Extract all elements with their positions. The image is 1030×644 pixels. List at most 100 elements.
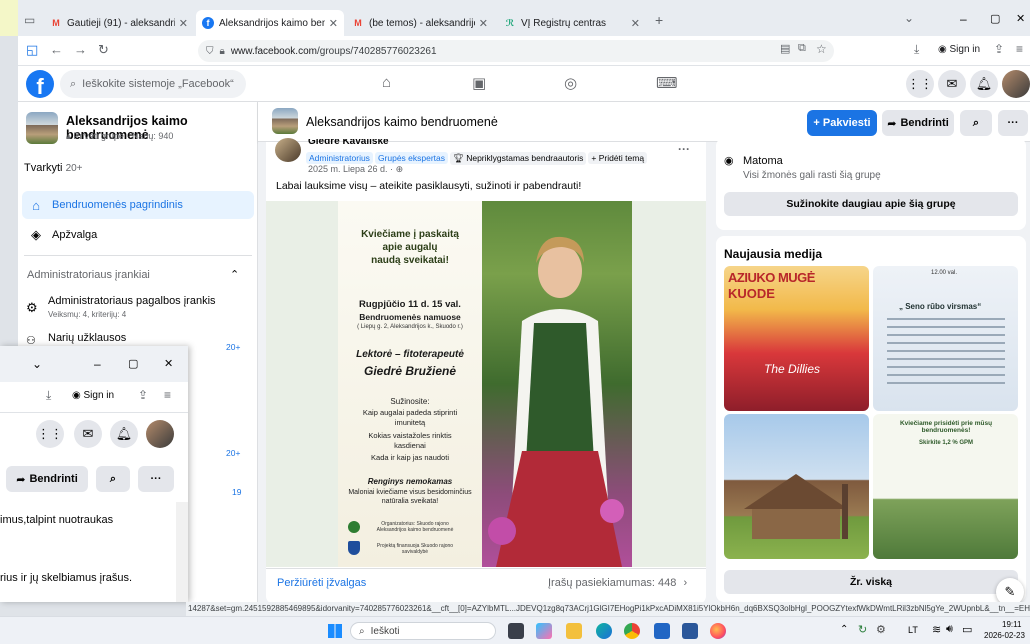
task-view-icon[interactable] xyxy=(508,623,524,639)
learn-more-button[interactable]: Sužinokite daugiau apie šią grupę xyxy=(724,192,1018,216)
group-title[interactable]: Aleksandrijos kaimo bendruomenė xyxy=(306,115,498,129)
group-cover-thumbnail[interactable] xyxy=(272,108,298,134)
profile-avatar[interactable] xyxy=(146,420,174,448)
battery-icon[interactable]: ▭ xyxy=(962,623,972,636)
close-icon[interactable]: ✕ xyxy=(631,17,640,30)
close-icon[interactable]: ✕ xyxy=(329,17,338,30)
home-icon[interactable]: ⌂ xyxy=(382,74,391,91)
windows-start-icon[interactable] xyxy=(328,624,342,638)
tray-sync-icon[interactable]: ↻ xyxy=(858,623,867,636)
tab-registru-centras[interactable]: ℛ VĮ Registrų centras ✕ xyxy=(498,10,646,36)
tab-facebook-group[interactable]: f Aleksandrijos kaimo bendruomenė✕ xyxy=(196,10,344,36)
profile-avatar[interactable] xyxy=(1002,70,1030,98)
overlay-scrollbar[interactable] xyxy=(176,502,188,602)
tab-actions-icon[interactable]: ▭ xyxy=(24,13,35,27)
search-group-button[interactable]: ⌕ xyxy=(96,466,130,492)
gaming-icon[interactable]: ⌨ xyxy=(656,74,678,92)
post-engagement[interactable]: Įrašų pasiekiamumas: 448 › xyxy=(548,577,687,589)
taskbar-search-input[interactable]: ⌕ Ieškoti xyxy=(350,622,496,640)
notifications-bell-icon[interactable]: 🔔︎ xyxy=(110,420,138,448)
media-thumbnail[interactable]: 12.00 val. „ Seno rūbo virsmas“ xyxy=(873,266,1018,411)
facebook-logo[interactable]: f xyxy=(26,70,54,98)
sidebar-item-overview[interactable]: ◈ Apžvalga xyxy=(22,221,254,249)
clock-date[interactable]: 2026-02-23 xyxy=(984,631,1025,640)
post-author[interactable]: Giedrė Kavaliskė xyxy=(308,139,389,147)
share-button[interactable]: ➦ Bendrinti xyxy=(6,466,88,492)
store-icon[interactable] xyxy=(654,623,670,639)
maximize-button[interactable]: ▢ xyxy=(128,357,138,370)
address-bar[interactable]: ⛉ 🔒︎ www.facebook.com/groups/74028577602… xyxy=(198,40,834,62)
admin-badge[interactable]: Administratorius xyxy=(306,152,373,164)
chrome-icon[interactable] xyxy=(624,623,640,639)
tab-list-icon[interactable]: ⌄ xyxy=(904,11,914,25)
apps-menu-icon[interactable]: ⋮⋮ xyxy=(906,70,934,98)
messenger-icon[interactable]: ✉ xyxy=(74,420,102,448)
media-thumbnail[interactable] xyxy=(724,414,869,559)
back-icon[interactable]: ← xyxy=(50,42,63,57)
author-avatar[interactable] xyxy=(275,138,301,162)
post-event-poster-image[interactable]: Kviečiame į paskaitą apie augalų naudą s… xyxy=(266,201,706,567)
copilot-icon[interactable] xyxy=(536,623,552,639)
view-insights-link[interactable]: Peržiūrėti įžvalgas xyxy=(277,577,366,589)
media-thumbnail[interactable]: AZIUKO MUGĖ KUODE The Dillies xyxy=(724,266,869,411)
add-topic-button[interactable]: + Pridėti temą xyxy=(588,152,648,164)
tab-gmail-inbox[interactable]: M Gautieji (91) - aleksandrijosbendr✕ xyxy=(44,10,194,36)
facebook-search-input[interactable]: ⌕ Ieškokite sistemoje „Facebook“ xyxy=(60,70,246,98)
group-cover-thumbnail[interactable] xyxy=(26,112,58,144)
reload-icon[interactable]: ↻ xyxy=(98,42,109,58)
post-date[interactable]: 2025 m. Liepa 26 d. · ⊕ xyxy=(308,164,403,175)
reader-icon[interactable]: ▤ xyxy=(780,42,790,55)
new-tab-button[interactable]: + xyxy=(655,12,663,28)
sidebar-item-community-home[interactable]: ⌂ Bendruomenės pagrindinis xyxy=(22,191,254,219)
signin-button[interactable]: ◉ Sign in xyxy=(72,390,114,401)
sidebar-item-admin-help[interactable]: ⚙ Administratoriaus pagalbos įrankis Vei… xyxy=(24,294,252,322)
download-icon[interactable]: ⤓ xyxy=(46,388,51,403)
video-icon[interactable]: ▣ xyxy=(472,74,486,92)
edge-icon[interactable] xyxy=(596,623,612,639)
file-explorer-icon[interactable] xyxy=(566,623,582,639)
minimize-button[interactable]: – xyxy=(94,357,101,371)
post-more-button[interactable]: ··· xyxy=(678,142,690,156)
share-icon[interactable]: ⇪ xyxy=(994,42,1004,56)
maximize-button[interactable]: ▢ xyxy=(990,12,1000,25)
media-thumbnail[interactable]: Kviečiame prisidėti prie mūsų bendruomen… xyxy=(873,414,1018,559)
close-icon[interactable]: ✕ xyxy=(479,17,488,30)
volume-icon[interactable]: 🔊︎ xyxy=(946,623,953,636)
recent-media-title: Naujausia medija xyxy=(724,247,823,261)
wifi-icon[interactable]: ≋ xyxy=(932,623,941,636)
expert-badge[interactable]: Grupės ekspertas xyxy=(374,152,449,164)
close-icon[interactable]: ✕ xyxy=(179,17,188,30)
search-group-button[interactable]: ⌕ xyxy=(960,110,992,136)
bookmark-star-icon[interactable]: ☆ xyxy=(816,42,827,56)
download-icon[interactable]: ⤓ xyxy=(914,42,919,57)
tab-gmail-draft[interactable]: M (be temos) - aleksandrijosbendr✕ xyxy=(346,10,494,36)
keyboard-language[interactable]: LT xyxy=(908,625,918,635)
tray-app-icon[interactable]: ⚙ xyxy=(876,623,886,636)
tray-chevron-up-icon[interactable]: ⌃ xyxy=(840,624,848,635)
share-icon[interactable]: ⇪ xyxy=(138,388,148,402)
see-all-button[interactable]: Žr. viską xyxy=(724,570,1018,594)
share-button[interactable]: ➦ Bendrinti xyxy=(882,110,954,136)
tab-panel-icon[interactable]: ◱ xyxy=(26,42,38,58)
messenger-icon[interactable]: ✉ xyxy=(938,70,966,98)
close-window-button[interactable]: ✕ xyxy=(164,357,173,370)
notifications-bell-icon[interactable]: 🔔︎ xyxy=(970,70,998,98)
more-options-button[interactable]: ··· xyxy=(138,466,174,492)
firefox-icon[interactable] xyxy=(710,623,726,639)
forward-icon[interactable]: → xyxy=(74,42,87,57)
chevron-up-icon[interactable]: ⌃ xyxy=(230,268,239,281)
more-options-button[interactable]: ··· xyxy=(998,110,1028,136)
apps-menu-icon[interactable]: ⋮⋮ xyxy=(36,420,64,448)
clock-time[interactable]: 19:11 xyxy=(1002,620,1021,629)
tab-list-icon[interactable]: ⌄ xyxy=(32,357,42,371)
word-icon[interactable] xyxy=(682,623,698,639)
signin-button[interactable]: ◉ Sign in xyxy=(938,44,980,55)
menu-icon[interactable]: ≡ xyxy=(164,388,171,402)
screenshot-icon[interactable]: ⧉ xyxy=(798,42,806,55)
contributor-badge[interactable]: 🏆︎ Nepriklygstamas bendraautoris xyxy=(450,152,587,165)
minimize-button[interactable]: – xyxy=(960,12,967,26)
groups-icon[interactable]: ◎ xyxy=(564,74,577,92)
invite-button[interactable]: + Pakviesti xyxy=(807,110,877,136)
menu-icon[interactable]: ≡ xyxy=(1016,42,1023,56)
close-window-button[interactable]: ✕ xyxy=(1016,12,1025,25)
